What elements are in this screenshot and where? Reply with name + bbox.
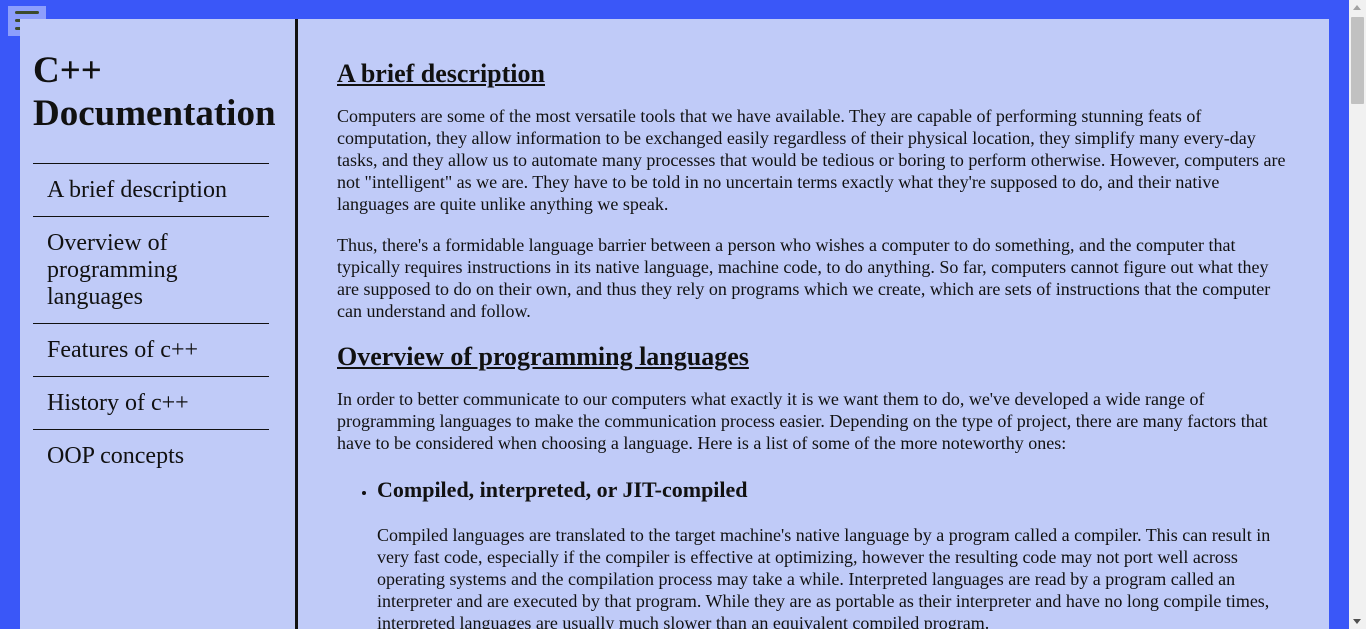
- section-heading-overview: Overview of programming languages: [337, 342, 749, 371]
- features-list: Compiled, interpreted, or JIT-compiled C…: [337, 477, 1292, 629]
- nav-item: OOP concepts: [33, 429, 269, 482]
- section-overview: Overview of programming languages In ord…: [337, 342, 1292, 629]
- main-content: A brief description Computers are some o…: [337, 19, 1292, 629]
- title-line-1: C++: [33, 50, 102, 91]
- page-title: C++ Documentation: [33, 49, 283, 135]
- paragraph: Computers are some of the most versatile…: [337, 106, 1286, 214]
- scroll-down-icon[interactable]: [1353, 619, 1361, 624]
- paragraph: Thus, there's a formidable language barr…: [337, 235, 1271, 321]
- nav-link-oop[interactable]: OOP concepts: [33, 430, 269, 482]
- nav-item: Overview of programming languages: [33, 216, 269, 323]
- page-container: C++ Documentation A brief description Ov…: [20, 19, 1329, 629]
- sidebar: C++ Documentation A brief description Ov…: [20, 19, 298, 629]
- vertical-scrollbar[interactable]: [1349, 0, 1366, 629]
- scrollbar-thumb[interactable]: [1351, 17, 1364, 104]
- nav-item: History of c++: [33, 376, 269, 429]
- paragraph: In order to better communicate to our co…: [337, 389, 1268, 453]
- nav-link-history[interactable]: History of c++: [33, 377, 269, 429]
- section-brief-description: A brief description Computers are some o…: [337, 59, 1292, 322]
- list-item-text: Compiled languages are translated to the…: [377, 525, 1271, 629]
- section-heading-brief-description: A brief description: [337, 59, 545, 88]
- scroll-up-icon[interactable]: [1353, 5, 1361, 10]
- nav-link-brief-description[interactable]: A brief description: [33, 164, 269, 216]
- title-line-2: Documentation: [33, 93, 276, 134]
- hamburger-menu-icon: [15, 11, 39, 14]
- nav-link-overview[interactable]: Overview of programming languages: [33, 217, 269, 323]
- nav-item: Features of c++: [33, 323, 269, 376]
- list-item-heading: Compiled, interpreted, or JIT-compiled: [377, 477, 748, 502]
- nav-link-features[interactable]: Features of c++: [33, 324, 269, 376]
- sidebar-nav: A brief description Overview of programm…: [33, 163, 269, 482]
- nav-item: A brief description: [33, 163, 269, 216]
- list-item: Compiled, interpreted, or JIT-compiled C…: [377, 477, 1292, 629]
